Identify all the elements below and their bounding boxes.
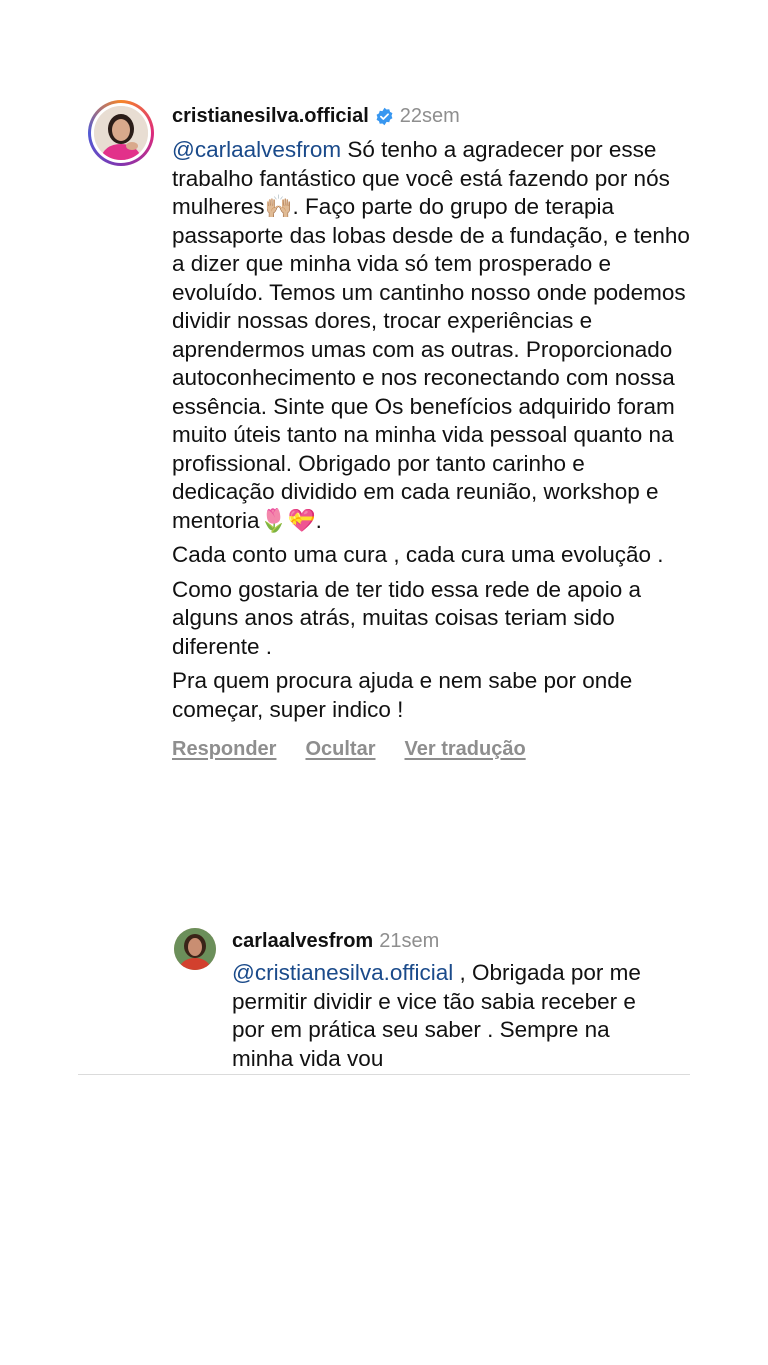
comment-username[interactable]: cristianesilva.official: [172, 105, 369, 128]
comment-time: 22sem: [399, 104, 460, 127]
reply-avatar-portrait-icon: [174, 928, 216, 970]
reply-mention[interactable]: @cristianesilva.official: [232, 960, 453, 985]
comment-mention[interactable]: @carlaalvesfrom: [172, 137, 341, 162]
comment-header: cristianesilva.official 22sem: [172, 102, 692, 130]
reply-paragraph: @cristianesilva.official , Obrigada por …: [232, 959, 672, 1073]
comment-paragraph: Cada conto uma cura , cada cura uma evol…: [172, 542, 664, 567]
comment-paragraph-text: Só tenho a agradecer por esse trabalho f…: [172, 137, 690, 533]
story-ring[interactable]: [88, 100, 154, 166]
reply-time: 21sem: [379, 929, 440, 952]
reply-body: carlaalvesfrom 21sem @cristianesilva.off…: [232, 927, 672, 1079]
translate-button[interactable]: Ver tradução: [405, 738, 526, 761]
comment-paragraph: @carlaalvesfrom Só tenho a agradecer por…: [172, 136, 692, 535]
comment-paragraph: Como gostaria de ter tido essa rede de a…: [172, 576, 642, 659]
reply-avatar[interactable]: [174, 928, 216, 970]
reply-username[interactable]: carlaalvesfrom: [232, 930, 373, 953]
reply-text: @cristianesilva.official , Obrigada por …: [232, 959, 672, 1073]
avatar-gap: [91, 103, 151, 163]
comment-body: cristianesilva.official 22sem @carlaalve…: [172, 102, 692, 761]
reply-header: carlaalvesfrom 21sem: [232, 927, 672, 955]
avatar-portrait-icon: [94, 106, 148, 160]
avatar[interactable]: [94, 106, 148, 160]
verified-badge-icon: [376, 107, 393, 125]
comment-actions: Responder Ocultar Ver tradução: [172, 738, 692, 761]
comment-text: @carlaalvesfrom Só tenho a agradecer por…: [172, 136, 692, 724]
reply-button[interactable]: Responder: [172, 738, 276, 761]
comment-paragraph: Pra quem procura ajuda e nem sabe por on…: [172, 668, 633, 722]
divider: [78, 1074, 690, 1075]
hide-button[interactable]: Ocultar: [305, 738, 375, 761]
